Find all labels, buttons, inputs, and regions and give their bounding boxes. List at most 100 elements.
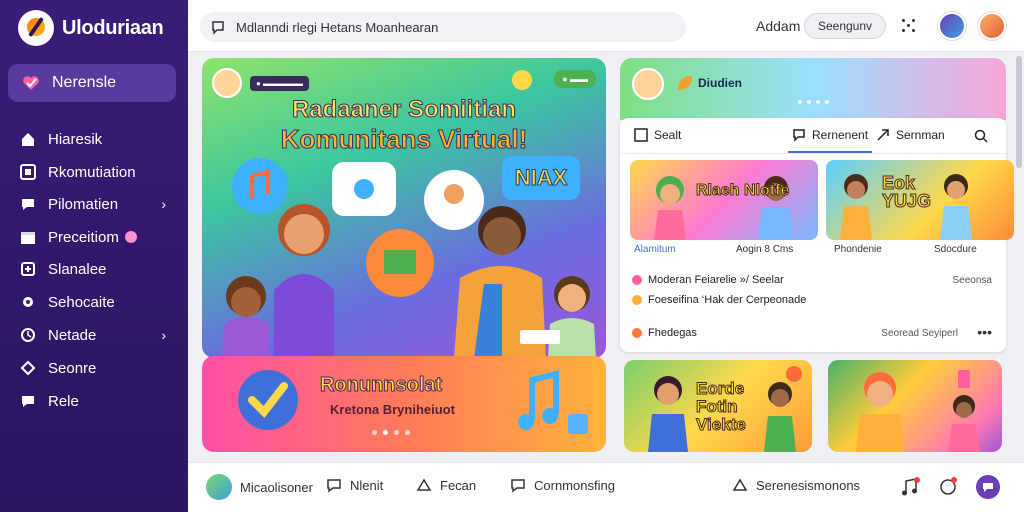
- list-item[interactable]: Moderan Feiarelie »/ Seelar: [632, 274, 784, 286]
- app-logo-icon: [18, 10, 54, 46]
- list-item[interactable]: Fhedegas: [632, 327, 697, 339]
- bottom-item-fecan[interactable]: Fecan: [416, 477, 476, 493]
- brand[interactable]: Uloduriaan: [18, 10, 164, 46]
- bottom-item-cornmonsfing[interactable]: Cornmonsfing: [510, 477, 615, 493]
- tab-sealt[interactable]: Sealt: [634, 128, 681, 142]
- heart-check-icon: [23, 76, 39, 90]
- list-item-text: Fhedegas: [648, 327, 697, 339]
- search-bar[interactable]: Mdlanndi rlegi Hetans Moanhearan: [200, 12, 686, 42]
- thumbnail-meta: Aogin 8 Cms: [736, 244, 794, 255]
- thumbnail-label[interactable]: Phondenie: [834, 244, 882, 255]
- chevron-right-icon: ›: [161, 327, 166, 343]
- sidebar-item-label: Hiaresik: [48, 130, 103, 148]
- promo-subtitle: Kretona Bryniheiuot: [330, 402, 455, 417]
- folder-icon: [21, 262, 35, 276]
- hero-illustration: [222, 158, 596, 358]
- user-icon: [632, 328, 642, 338]
- music-icon[interactable]: [900, 477, 920, 497]
- comment-icon: [793, 129, 805, 142]
- chat-icon: [511, 479, 525, 493]
- sidebar: Uloduriaan Nerensle Hiaresik Rkomutiatio…: [0, 0, 188, 512]
- chevron-right-icon: ›: [161, 196, 166, 212]
- chat-bubble-icon: [212, 21, 224, 35]
- thumbnail-label[interactable]: Alamitum: [634, 244, 676, 255]
- list-item-text: Moderan Feiarelie »/ Seelar: [648, 274, 784, 286]
- sidebar-item-label: Slanalee: [48, 260, 107, 278]
- sidebar-item-label: Seonre: [48, 359, 97, 377]
- pin-icon: [632, 275, 642, 285]
- scrollbar[interactable]: [1016, 56, 1022, 168]
- tab-label: Rernenent: [812, 128, 869, 142]
- bottom-item-nlenit[interactable]: Nlenit: [326, 477, 383, 493]
- help-icon: [22, 396, 34, 407]
- bottom-user-name: Micaolisoner: [240, 479, 313, 495]
- avatar: [206, 474, 232, 500]
- carousel-dots[interactable]: [798, 100, 829, 104]
- thumbnail-illustration: [654, 176, 794, 240]
- search-icon[interactable]: [974, 129, 988, 143]
- carousel-dots[interactable]: [372, 430, 410, 435]
- gear-icon: [23, 297, 33, 307]
- tab-rernenent[interactable]: Rernenent: [792, 128, 868, 142]
- star-icon: [20, 360, 36, 376]
- bottom-item-label: Serenesismonons: [756, 477, 861, 493]
- bottom-item-label: Fecan: [440, 477, 477, 493]
- avatar[interactable]: [978, 12, 1006, 40]
- user-name[interactable]: Addam: [756, 18, 800, 34]
- account-pill-button[interactable]: Seengunv: [804, 13, 886, 39]
- sidebar-item-label: Pilomatien: [48, 195, 119, 213]
- profile-banner[interactable]: Diudien: [620, 58, 1006, 120]
- clock-icon: [632, 295, 642, 305]
- promo-card[interactable]: Ronunnsolat Kretona Bryniheiuot: [202, 356, 606, 452]
- card-title: Eorde Fotin Viekte: [696, 379, 747, 434]
- sidebar-item-hiaresik[interactable]: Hiaresik: [20, 127, 180, 151]
- top-bar: Mdlanndi rlegi Hetans Moanhearan Addam S…: [188, 0, 1024, 52]
- sidebar-item-netade[interactable]: Netade ›: [20, 323, 180, 347]
- app-name: Uloduriaan: [62, 16, 164, 39]
- notification-icon[interactable]: [938, 477, 958, 497]
- comment-icon: [327, 479, 341, 493]
- sidebar-item-label: Rele: [48, 392, 79, 410]
- sidebar-item-label: Sehocaite: [48, 293, 115, 311]
- more-icon[interactable]: •••: [977, 324, 992, 340]
- share-icon: [877, 129, 889, 141]
- sidebar-item-rele[interactable]: Rele: [20, 389, 180, 413]
- sidebar-item-slanalee[interactable]: Slanalee: [20, 257, 180, 281]
- tab-underline: [788, 151, 872, 153]
- list-item[interactable]: Foeseifina ‘Hak der Cerpeonade: [632, 294, 806, 306]
- sidebar-item-pilomatien[interactable]: Pilomatien ›: [20, 192, 180, 216]
- content-card[interactable]: Eorde Fotin Viekte: [624, 360, 812, 452]
- thumbnail-card[interactable]: Rlaeh Nlotfe: [630, 160, 818, 240]
- sidebar-item-rkomutiation[interactable]: Rkomutiation: [20, 160, 180, 184]
- sidebar-item-active[interactable]: Nerensle: [8, 64, 176, 102]
- share-icon: [732, 478, 748, 491]
- tab-sernman[interactable]: Sernman: [876, 128, 945, 142]
- clock-icon: [21, 328, 35, 342]
- list-item-meta[interactable]: Seeonsa: [953, 275, 992, 286]
- sidebar-item-seonre[interactable]: Seonre: [20, 356, 180, 380]
- bottom-user[interactable]: Micaolisoner: [206, 474, 313, 500]
- sidebar-item-label: Nerensle: [52, 74, 117, 91]
- calendar-icon: [21, 232, 35, 244]
- avatar[interactable]: [938, 12, 966, 40]
- thumbnail-meta: Sdocdure: [934, 244, 977, 255]
- bottom-item-serenesismonons[interactable]: Serenesismonons: [732, 477, 860, 493]
- content-card[interactable]: [828, 360, 1002, 452]
- thumbnail-card[interactable]: Eok YUJG: [826, 160, 1014, 240]
- thumbnail-title: Rlaeh Nlotfe: [695, 182, 790, 200]
- square-icon: [634, 128, 648, 142]
- sidebar-item-sehocaite[interactable]: Sehocaite: [20, 290, 180, 314]
- chat-icon[interactable]: [976, 475, 1000, 499]
- apps-grid-icon[interactable]: [902, 19, 916, 33]
- sidebar-item-preceitiom[interactable]: Preceitiom: [20, 225, 180, 249]
- list-item-meta[interactable]: Seoread Seyiperl: [881, 328, 958, 339]
- notification-dot: [124, 231, 137, 243]
- thumbnail-title: Eok YUJG: [882, 173, 932, 211]
- card-illustration: [856, 370, 980, 452]
- hero-card[interactable]: ● ▬▬▬▬▬ ● ▬▬ Radaaner Somiitian Komunita…: [202, 58, 606, 358]
- tab-label: Sealt: [654, 128, 682, 142]
- sidebar-item-label: Netade: [48, 326, 97, 344]
- avatar[interactable]: [632, 68, 664, 100]
- list-item-text: Foeseifina ‘Hak der Cerpeonade: [648, 294, 807, 306]
- home-icon: [22, 133, 34, 146]
